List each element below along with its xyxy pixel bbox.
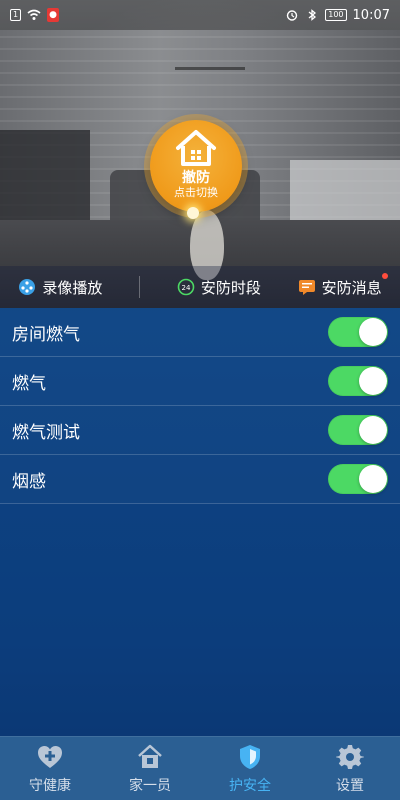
sensor-row-smoke: 烟感 bbox=[0, 455, 400, 504]
security-schedule-button[interactable]: 24 安防时段 bbox=[177, 277, 261, 298]
sensor-toggle-switch[interactable] bbox=[328, 415, 388, 445]
house-icon bbox=[138, 744, 162, 768]
alarm-clock-icon bbox=[287, 10, 298, 21]
mode-subtitle: 点击切换 bbox=[174, 186, 218, 199]
tab-label: 家一员 bbox=[129, 777, 171, 794]
heart-plus-icon bbox=[38, 745, 62, 768]
sensor-row-gas-test: 燃气测试 bbox=[0, 406, 400, 455]
camera-preview: 撤防 点击切换 录像播放 24 安防时段 安防消息 bbox=[0, 0, 400, 308]
clock-24-icon: 24 bbox=[177, 278, 195, 296]
security-messages-button[interactable]: 安防消息 bbox=[298, 272, 388, 298]
switch-knob bbox=[359, 367, 387, 395]
tab-settings[interactable]: 设置 bbox=[300, 737, 400, 800]
tab-label: 守健康 bbox=[29, 777, 71, 794]
notification-dot bbox=[381, 272, 388, 279]
sensor-row-gas: 燃气 bbox=[0, 357, 400, 406]
message-icon bbox=[298, 280, 315, 295]
tab-label: 设置 bbox=[336, 777, 364, 794]
chandelier-shape bbox=[175, 30, 245, 70]
switch-knob bbox=[359, 318, 387, 346]
recording-playback-label: 录像播放 bbox=[42, 278, 103, 297]
divider bbox=[139, 276, 141, 298]
sensor-toggle-switch[interactable] bbox=[328, 464, 388, 494]
status-time: 10:07 bbox=[352, 7, 390, 23]
arm-disarm-toggle-button[interactable]: 撤防 点击切换 bbox=[150, 120, 242, 212]
switch-knob bbox=[359, 416, 387, 444]
tab-health[interactable]: 守健康 bbox=[0, 737, 100, 800]
security-schedule-label: 安防时段 bbox=[200, 278, 261, 297]
sensor-list: 房间燃气 燃气 燃气测试 烟感 bbox=[0, 308, 400, 504]
sim-badge: 1 bbox=[10, 9, 22, 21]
wifi-icon bbox=[27, 9, 41, 20]
sensor-toggle-switch[interactable] bbox=[328, 366, 388, 396]
sensor-row-room-gas: 房间燃气 bbox=[0, 308, 400, 357]
hero-action-bar: 录像播放 24 安防时段 安防消息 bbox=[0, 266, 400, 308]
sensor-toggle-switch[interactable] bbox=[328, 317, 388, 347]
microphone-icon: ● bbox=[47, 8, 60, 22]
mode-title: 撤防 bbox=[182, 170, 210, 186]
film-reel-icon bbox=[19, 279, 36, 295]
tab-security[interactable]: 护安全 bbox=[200, 737, 300, 800]
sensor-label: 燃气测试 bbox=[12, 422, 80, 443]
glow-indicator bbox=[187, 207, 199, 219]
tab-label: 护安全 bbox=[229, 777, 271, 794]
battery-icon: 100 bbox=[325, 9, 347, 21]
svg-text:24: 24 bbox=[181, 284, 190, 292]
switch-knob bbox=[359, 465, 387, 493]
bottom-tab-bar: 守健康 家一员 护安全 设置 bbox=[0, 736, 400, 800]
gear-icon bbox=[336, 744, 364, 769]
sensor-label: 房间燃气 bbox=[12, 324, 80, 345]
sensor-label: 烟感 bbox=[12, 471, 46, 492]
status-bar: 1 ● 100 10:07 bbox=[0, 0, 400, 30]
house-icon bbox=[176, 130, 216, 166]
shelf-shape bbox=[0, 130, 90, 220]
shield-icon bbox=[240, 744, 260, 769]
security-messages-label: 安防消息 bbox=[321, 278, 382, 297]
tab-family[interactable]: 家一员 bbox=[100, 737, 200, 800]
bluetooth-icon bbox=[308, 9, 317, 21]
sensor-label: 燃气 bbox=[12, 373, 46, 394]
recording-playback-button[interactable]: 录像播放 bbox=[18, 277, 102, 298]
